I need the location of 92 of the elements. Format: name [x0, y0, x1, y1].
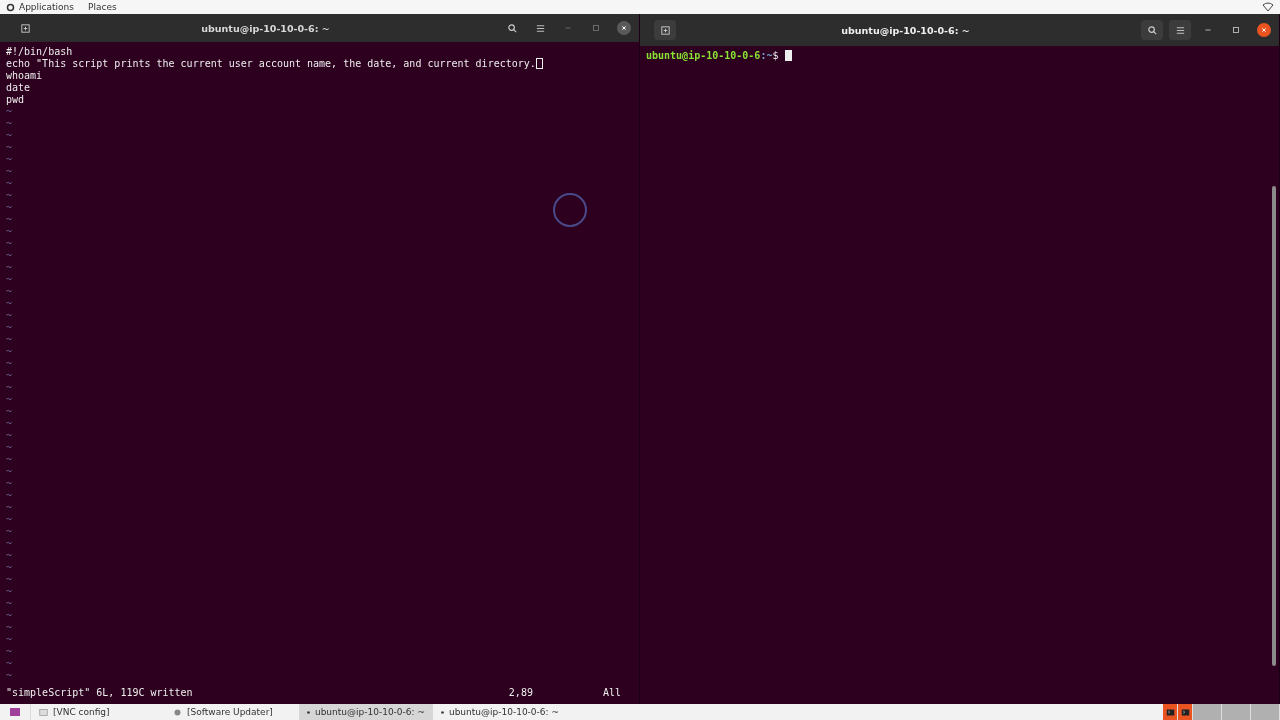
empty-line-marker: ~: [6, 286, 14, 298]
window-icon: [39, 707, 48, 717]
cursor-position: 2,89: [508, 687, 533, 699]
empty-line-marker: ~: [6, 130, 14, 142]
search-button[interactable]: [1141, 20, 1163, 40]
empty-line-marker: ~: [6, 622, 14, 634]
empty-line-marker: ~: [6, 346, 14, 358]
empty-line-marker: ~: [6, 202, 14, 214]
code-line: echo "This script prints the current user account name, the date, and current directory.: [6, 58, 633, 70]
workspace-switcher[interactable]: [1193, 704, 1222, 720]
busy-cursor-icon: [552, 192, 588, 228]
empty-line-marker: ~: [6, 430, 14, 442]
close-button[interactable]: [617, 21, 631, 35]
taskbar-item[interactable]: [VNC config]: [31, 704, 165, 720]
empty-line-marker: ~: [6, 514, 14, 526]
taskbar-item[interactable]: [Software Updater]: [165, 704, 299, 720]
window-title: ubuntu@ip-10-10-0-6: ~: [840, 24, 971, 36]
code-line: date: [6, 82, 32, 94]
new-tab-icon: [659, 24, 671, 36]
maximize-icon: [591, 23, 601, 33]
empty-line-marker: ~: [6, 106, 14, 118]
empty-line-marker: ~: [6, 214, 14, 226]
window-title: ubuntu@ip-10-10-0-6: ~: [200, 22, 331, 34]
updater-icon: [173, 707, 182, 717]
empty-line-marker: ~: [6, 598, 14, 610]
empty-line-marker: ~: [6, 154, 14, 166]
empty-line-marker: ~: [6, 526, 14, 538]
empty-line-marker: ~: [6, 262, 14, 274]
status-message: "simpleScript" 6L, 119C written: [6, 687, 193, 699]
empty-line-marker: ~: [6, 226, 14, 238]
code-line: whoami: [6, 70, 44, 82]
empty-line-marker: ~: [6, 142, 14, 154]
empty-line-marker: ~: [6, 574, 14, 586]
menu-icon: [1174, 24, 1186, 36]
close-icon: [1259, 25, 1269, 35]
empty-line-marker: ~: [6, 178, 14, 190]
taskbar-item[interactable]: ubuntu@ip-10-10-0-6: ~: [299, 704, 433, 720]
empty-line-marker: ~: [6, 298, 14, 310]
empty-line-marker: ~: [6, 118, 14, 130]
empty-line-marker: ~: [6, 238, 14, 250]
show-desktop-icon: [9, 706, 21, 718]
empty-line-marker: ~: [6, 478, 14, 490]
wifi-icon: [1262, 1, 1274, 13]
menu-button[interactable]: [1169, 20, 1191, 40]
empty-line-marker: ~: [6, 334, 14, 346]
text-cursor: [535, 58, 543, 69]
taskbar-item[interactable]: ubuntu@ip-10-10-0-6: ~: [433, 704, 567, 720]
empty-line-marker: ~: [6, 466, 14, 478]
workspace-switcher[interactable]: [1178, 704, 1193, 720]
empty-line-marker: ~: [6, 418, 14, 430]
empty-line-marker: ~: [6, 670, 14, 682]
empty-line-marker: ~: [6, 538, 14, 550]
maximize-icon: [1231, 25, 1241, 35]
empty-line-marker: ~: [6, 502, 14, 514]
empty-line-marker: ~: [6, 490, 14, 502]
workspace-switcher[interactable]: [1163, 704, 1178, 720]
close-icon: [619, 23, 629, 33]
empty-line-marker: ~: [6, 454, 14, 466]
empty-line-marker: ~: [6, 634, 14, 646]
empty-line-marker: ~: [6, 310, 14, 322]
empty-line-marker: ~: [6, 322, 14, 334]
empty-line-marker: ~: [6, 382, 14, 394]
empty-line-marker: ~: [6, 166, 14, 178]
prompt-line: ubuntu@ip-10-10-0-6:~$: [646, 50, 1273, 62]
empty-line-marker: ~: [6, 406, 14, 418]
empty-line-marker: ~: [6, 250, 14, 262]
scroll-position: All: [602, 687, 621, 699]
code-line: pwd: [6, 94, 26, 106]
search-icon: [1146, 24, 1158, 36]
empty-line-marker: ~: [6, 610, 14, 622]
empty-line-marker: ~: [6, 586, 14, 598]
empty-line-marker: ~: [6, 394, 14, 406]
empty-line-marker: ~: [6, 190, 14, 202]
menu-item[interactable]: Applications: [19, 2, 74, 12]
empty-line-marker: ~: [6, 370, 14, 382]
new-tab-button[interactable]: [654, 20, 676, 40]
workspace-switcher[interactable]: [1222, 704, 1251, 720]
workspace-switcher[interactable]: [1251, 704, 1280, 720]
empty-line-marker: ~: [6, 646, 14, 658]
empty-line-marker: ~: [6, 658, 14, 670]
close-button[interactable]: [1257, 23, 1271, 37]
new-tab-icon: [19, 22, 31, 34]
empty-line-marker: ~: [6, 442, 14, 454]
code-line: #!/bin/bash: [6, 46, 74, 58]
empty-line-marker: ~: [6, 274, 14, 286]
menu-item[interactable]: Places: [88, 2, 117, 12]
empty-line-marker: ~: [6, 550, 14, 562]
search-icon: [506, 22, 518, 34]
empty-line-marker: ~: [6, 562, 14, 574]
menu-icon: [534, 22, 546, 34]
empty-line-marker: ~: [6, 358, 14, 370]
ubuntu-logo-icon: [6, 2, 15, 12]
